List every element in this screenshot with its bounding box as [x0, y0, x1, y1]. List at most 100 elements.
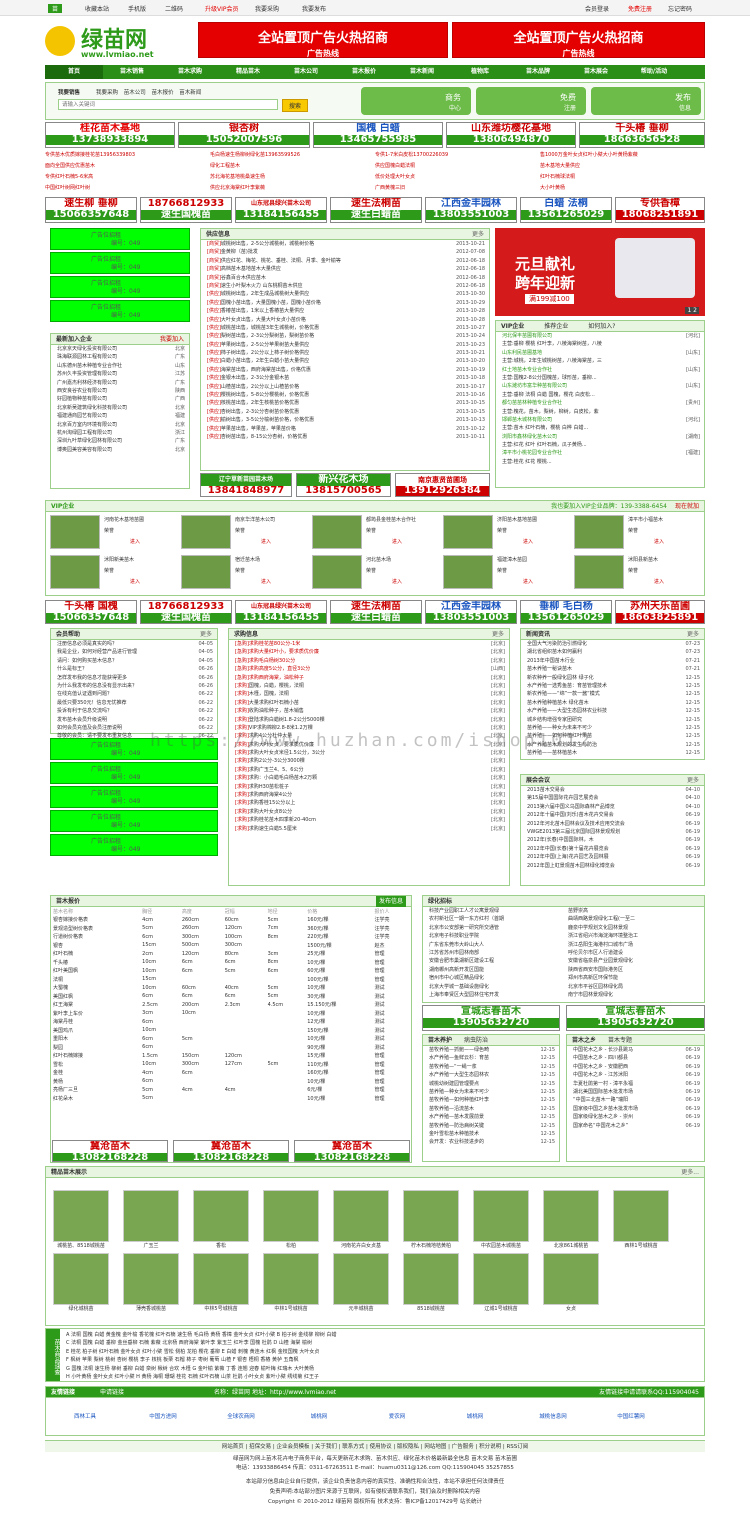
- news-title[interactable]: 城乡结构增强专家团研究: [527, 717, 582, 723]
- more-link[interactable]: 更多: [200, 629, 212, 640]
- supply-row[interactable]: [供应]核桃苗出售，2年生核桃苗价格优惠 2013-10-15: [201, 399, 489, 407]
- help-row[interactable]: 我是企业，如何对经营产品进行管理 04-05: [51, 648, 217, 656]
- join-now-link[interactable]: 现在就加: [675, 501, 699, 512]
- gallery-photo[interactable]: [333, 1253, 389, 1305]
- price-cell[interactable]: 重阳木: [51, 1035, 140, 1044]
- index-line[interactable]: H 小叶黄杨 金叶女贞 红叶小檗 H 黄杨 海桐 珊瑚 桂花 石楠 红叶石楠 山…: [66, 1373, 701, 1381]
- banner-ad[interactable]: 垂柳 毛白杨 13561265029: [520, 600, 612, 624]
- gallery-item[interactable]: 北京861城桃苗: [536, 1190, 606, 1249]
- supply-row[interactable]: [商贸]金黄柳（苗)批发 2012-07-08: [201, 248, 489, 256]
- vip-row[interactable]: 漳平市小桃花园专业合作社 [福建]: [496, 449, 704, 457]
- vip-row[interactable]: 主营:桂花 红花 樱桃...: [496, 458, 704, 466]
- supply-title[interactable]: 国槐小苗出售，大量国槐小苗，国槐小苗价格: [221, 300, 321, 306]
- gallery-item[interactable]: 女贞: [536, 1253, 606, 1312]
- notice-link[interactable]: 售1000万金叶女贞红叶小檗大小叶黄杨紫薇: [540, 150, 705, 161]
- post-info-button[interactable]: 发布 信息: [591, 87, 701, 115]
- buying-row[interactable]: [求购]求购桂花苗木四季新20-40cm [北京]: [229, 816, 509, 824]
- banner-ad[interactable]: 辽宁草新苗园苗木场 13841848977: [200, 473, 292, 497]
- buying-title[interactable]: 求购西府海棠4公分: [249, 792, 292, 798]
- company-name[interactable]: 北京新吴建筑绿化科技有限公司: [57, 405, 127, 411]
- join-link[interactable]: 我要加入: [160, 334, 184, 345]
- price-cell[interactable]: 银杏嫁接价格表: [51, 916, 140, 925]
- news-title[interactable]: 全国大气污染防治引燃绿化: [527, 641, 587, 647]
- supply-row[interactable]: [商贸]供应红花、梅花、桃花、垂桂、法桐、月季、金叶榆等 2012-06-18: [201, 257, 489, 265]
- banner-ad[interactable]: 千头椿 国槐 15066357648: [45, 600, 137, 624]
- friend-link[interactable]: 城桃网: [280, 1412, 358, 1420]
- gallery-item[interactable]: 元丰城桃苗: [326, 1253, 396, 1312]
- friend-link[interactable]: 中国红薯网: [592, 1412, 670, 1420]
- vip-text[interactable]: 邯郸苗木城林有限公司: [502, 417, 552, 423]
- help-title[interactable]: 如何会员充值及会员注册说明: [57, 725, 122, 731]
- vip-thumb[interactable]: [312, 515, 362, 549]
- vip-row[interactable]: 主营:城桃，2年生城桃树苗，八棱海棠苗，三: [496, 357, 704, 365]
- vip-card[interactable]: 济阳苗木基地苗圃 荣誉 进入: [443, 515, 571, 551]
- gallery-item[interactable]: 中农园苗木城桃苗: [466, 1190, 536, 1249]
- nav-item[interactable]: 苗木新闻: [393, 65, 451, 79]
- vip-text[interactable]: 主营:槐花，苗木，梨树，柳树，白皮松，紫: [502, 409, 599, 415]
- hometown-title[interactable]: 湖北美国国际苗木批发市场: [573, 1089, 633, 1095]
- vip-enter-link[interactable]: 进入: [261, 538, 271, 545]
- notice-link[interactable]: 红叶石楠球法桐: [540, 172, 705, 183]
- bid-title[interactable]: 郑州市高新区环保节能: [568, 974, 618, 982]
- buying-title[interactable]: 登陆求购白蜡树1.8-2公分5000棵: [249, 717, 325, 723]
- banner-ad[interactable]: 山东冠县绿兴苗木公司 13184156455: [235, 600, 327, 624]
- buying-title[interactable]: 求购高度5公分，直径3公分: [249, 666, 310, 672]
- vip-card[interactable]: 河南花木基地苗圃 荣誉 进入: [50, 515, 178, 551]
- price-row[interactable]: 红叶石楠嫁接 1.5cm 150cm 120cm 15元/棵 管理: [51, 1052, 411, 1061]
- bid-title[interactable]: 北京市公安部第一研究所交通管: [429, 925, 499, 931]
- company-row[interactable]: 苏州久丰投资管理有限公司 江苏: [51, 370, 189, 378]
- notice-link[interactable]: 专供苗木优质嫁接桂花苗13956339803: [45, 150, 210, 161]
- vip-card[interactable]: 福建漳木苗园 荣誉 进入: [443, 555, 571, 591]
- price-cell[interactable]: 黄杨: [51, 1077, 140, 1086]
- tab-hometown[interactable]: 苗木之乡: [572, 1037, 596, 1044]
- notice-link[interactable]: 绿化工程苗木: [210, 161, 375, 172]
- vip-text[interactable]: 山东利民苗圃基地: [502, 350, 542, 356]
- ad-slot[interactable]: 广告位招租 编号：049: [50, 810, 218, 832]
- vip-text[interactable]: 山东潍坊市富华种苗有限公司: [502, 383, 567, 389]
- price-cell[interactable]: 雪松: [51, 1060, 140, 1069]
- banner-ad[interactable]: 千头椿 垂柳 18663656528: [579, 122, 705, 148]
- price-row[interactable]: 重阳木 6cm 5cm 10元/棵 测试: [51, 1035, 411, 1044]
- bid-title[interactable]: 科技产业园职工人才公寓景观绿: [429, 908, 499, 914]
- vip-row[interactable]: 山东潍坊市富华种苗有限公司 [山东]: [496, 382, 704, 390]
- tip-row[interactable]: 苗牧养殖—抓鲍——绿色畸 12-15: [423, 1046, 559, 1054]
- price-row[interactable]: 大蜀槐 10cm 60cm 40cm 5cm 10元/棵 测试: [51, 984, 411, 993]
- tip-title[interactable]: 城桃幼树建园管理要点: [429, 1081, 479, 1087]
- vip-enter-link[interactable]: 进入: [130, 578, 140, 585]
- news-row[interactable]: 苗木养殖一秘诀苗木 07-21: [521, 665, 704, 673]
- help-title[interactable]: 怎样发布我的信息才能获得更多: [57, 675, 127, 681]
- supply-row[interactable]: [供应]山楂苗出售，2公分以上山楂苗价格 2013-10-17: [201, 383, 489, 391]
- news-title[interactable]: 苗木养殖一秘诀苗木: [527, 666, 572, 672]
- company-row[interactable]: 好园植物种苗有限公司 广西: [51, 395, 189, 403]
- gallery-caption[interactable]: 广玉兰: [116, 1242, 186, 1249]
- news-row[interactable]: 苗木养殖种植苗木 绿化苗木 12-15: [521, 699, 704, 707]
- vip-text[interactable]: 都匀苗苗林种植专业合作社: [502, 400, 562, 406]
- gallery-item[interactable]: 中林1号城桃苗: [256, 1253, 326, 1312]
- buying-row[interactable]: [急购]求购西府海棠，油松种子 [北京]: [229, 674, 509, 682]
- vip-link[interactable]: 升级VIP会员: [205, 4, 239, 13]
- vip-name[interactable]: 河北苗木场: [366, 556, 391, 563]
- vip-enter-link[interactable]: 进入: [392, 578, 402, 585]
- supply-row[interactable]: [供应]城桃苗出售，城桃苗3年生城桃树，价格优惠 2013-10-27: [201, 324, 489, 332]
- price-row[interactable]: 美国红枫 6cm 6cm 6cm 5cm 30元/棵 测试: [51, 992, 411, 1001]
- supply-title[interactable]: 榆树出售，3-5公分榆树苗价格，价格优惠: [221, 417, 314, 423]
- vip-card[interactable]: 河北苗木场 荣誉 进入: [312, 555, 440, 591]
- gallery-item[interactable]: 松柏: [256, 1190, 326, 1249]
- notice-link[interactable]: 低价处理大叶女贞: [375, 172, 540, 183]
- gallery-item[interactable]: 河南花卉白女贞基: [326, 1190, 396, 1249]
- vip-name[interactable]: 沭阳新美苗木: [104, 556, 134, 563]
- vip-row[interactable]: 邯郸苗木城林有限公司 [河北]: [496, 416, 704, 424]
- notice-link[interactable]: 专供1-7米白皮松13700226039: [375, 150, 540, 161]
- hometown-row[interactable]: 湖北美国国际苗木批发市场 06-19: [567, 1088, 704, 1096]
- buying-row[interactable]: [求购]求购：小白蜡毛白杨苗木2万颗 [北京]: [229, 774, 509, 782]
- help-row[interactable]: 最低只要350元！信息无忧推荐 06-22: [51, 699, 217, 707]
- banner-ad[interactable]: 新兴花木场 13815700565: [296, 473, 391, 497]
- buying-title[interactable]: 求购广玉兰4、5、6公分: [249, 767, 304, 773]
- top-ad-2[interactable]: 全站置顶广告火热招商 广告热线: [452, 22, 705, 58]
- expo-title[interactable]: 2012年国上虹景观苗木园林绿化博览会: [527, 863, 615, 869]
- vip-thumb[interactable]: [443, 515, 493, 549]
- ad-slot[interactable]: 广告位招租 编号：049: [50, 834, 218, 856]
- nav-item[interactable]: 精品苗木: [219, 65, 277, 79]
- expo-title[interactable]: 2012年(长春)中国国际林，木: [527, 837, 594, 843]
- expo-title[interactable]: VWGE2013第三届北京国际园林景观规划: [527, 829, 620, 835]
